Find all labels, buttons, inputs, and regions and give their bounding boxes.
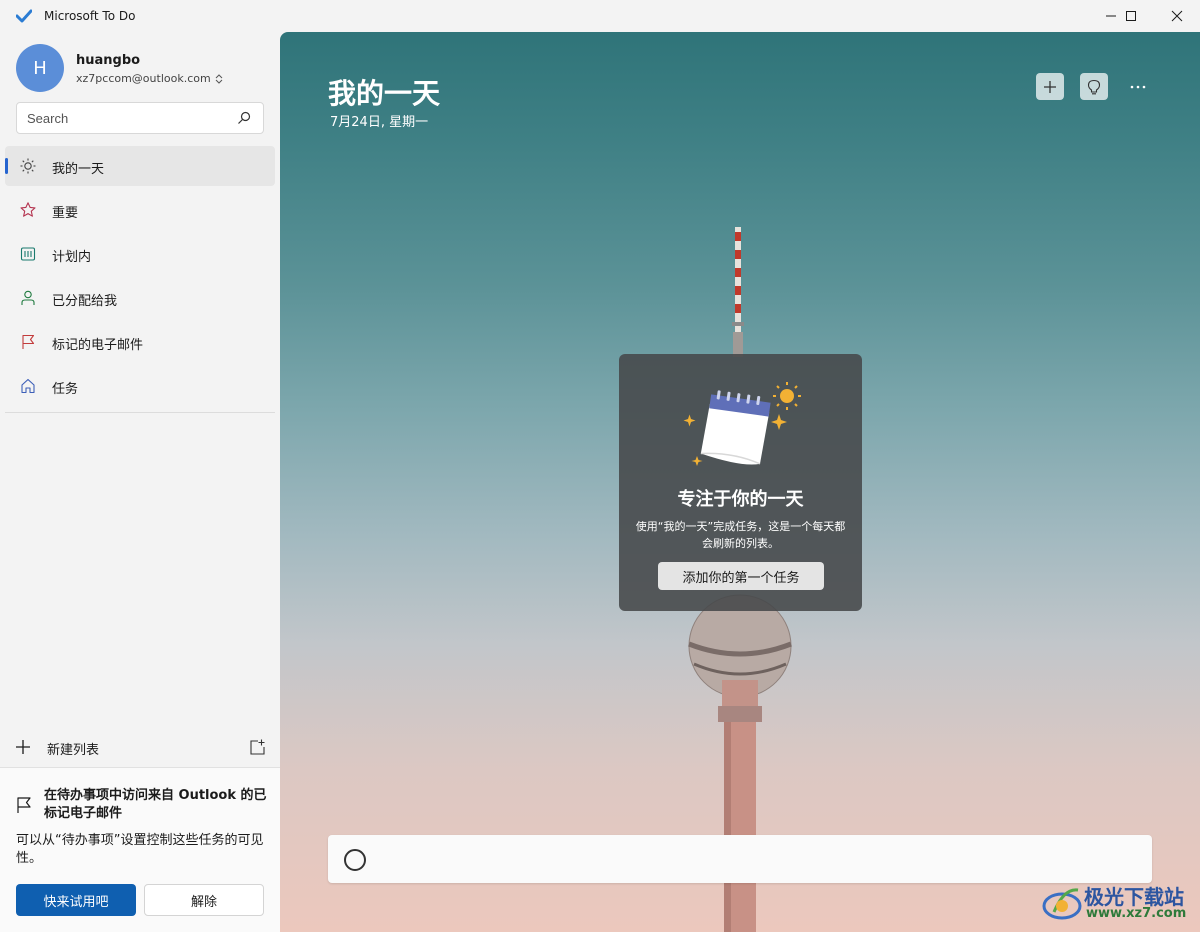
nav-item-planned[interactable]: 计划内 bbox=[5, 234, 275, 274]
nav-item-assigned[interactable]: 已分配给我 bbox=[5, 278, 275, 318]
search-icon[interactable] bbox=[237, 111, 251, 125]
nav-item-my-day[interactable]: 我的一天 bbox=[5, 146, 275, 186]
empty-state-title: 专注于你的一天 bbox=[677, 489, 804, 510]
close-button[interactable] bbox=[1154, 0, 1200, 32]
flag-icon bbox=[17, 797, 31, 813]
watermark-logo-icon bbox=[1042, 888, 1082, 920]
empty-state-card: 专注于你的一天 使用“我的一天”完成任务，这是一个每天都会刷新的列表。 添加你的… bbox=[619, 354, 862, 611]
suggestions-button[interactable] bbox=[1080, 73, 1108, 100]
nav-label: 任务 bbox=[52, 382, 79, 397]
calendar-grid-icon bbox=[19, 245, 37, 263]
account-email: xz7pccom@outlook.com bbox=[76, 72, 211, 85]
person-icon bbox=[19, 289, 37, 307]
nav-label: 我的一天 bbox=[52, 162, 105, 177]
close-icon bbox=[1171, 10, 1183, 22]
more-icon bbox=[1130, 85, 1146, 89]
divider bbox=[5, 412, 275, 413]
nav-label: 计划内 bbox=[52, 250, 92, 265]
chevron-updown-icon bbox=[215, 73, 223, 84]
more-options-button[interactable] bbox=[1125, 74, 1151, 100]
nav-item-important[interactable]: 重要 bbox=[5, 190, 275, 230]
empty-state-description: 使用“我的一天”完成任务，这是一个每天都会刷新的列表。 bbox=[635, 520, 846, 550]
add-button[interactable] bbox=[1036, 73, 1064, 100]
circle-icon bbox=[344, 849, 366, 871]
nav-item-flagged-email[interactable]: 标记的电子邮件 bbox=[5, 322, 275, 362]
home-icon bbox=[19, 377, 37, 395]
new-list-row: 新建列表 bbox=[0, 730, 280, 766]
page-title: 我的一天 bbox=[328, 77, 441, 110]
search-box bbox=[16, 102, 264, 134]
maximize-button[interactable] bbox=[1108, 0, 1154, 32]
title-bar: Microsoft To Do bbox=[0, 0, 1200, 32]
try-it-button[interactable]: 快来试用吧 bbox=[16, 884, 136, 916]
add-first-task-button[interactable]: 添加你的第一个任务 bbox=[658, 562, 824, 590]
sun-icon bbox=[19, 157, 37, 175]
maximize-icon bbox=[1126, 11, 1136, 21]
watermark: 极光下载站 www.xz7.com bbox=[1040, 878, 1190, 928]
nav-label: 重要 bbox=[52, 206, 79, 221]
new-group-icon[interactable] bbox=[248, 738, 266, 756]
lightbulb-icon bbox=[1087, 79, 1101, 94]
plus-icon bbox=[1044, 80, 1056, 93]
nav-list: 我的一天 重要 计划内 已分配给我 标记的电子邮件 任务 bbox=[5, 146, 275, 410]
add-task-bar bbox=[328, 835, 1152, 883]
sidebar: H huangbo xz7pccom@outlook.com 我的一天 重要 bbox=[0, 32, 280, 932]
outlook-promo-panel: 在待办事项中访问来自 Outlook 的已标记电子邮件 可以从“待办事项”设置控… bbox=[0, 767, 280, 932]
plus-icon[interactable] bbox=[14, 738, 32, 756]
dismiss-button[interactable]: 解除 bbox=[144, 884, 264, 916]
watermark-url: www.xz7.com bbox=[1086, 906, 1187, 921]
new-list-button[interactable]: 新建列表 bbox=[47, 739, 99, 758]
nav-label: 已分配给我 bbox=[52, 294, 118, 309]
promo-headline: 在待办事项中访问来自 Outlook 的已标记电子邮件 bbox=[44, 788, 267, 821]
todo-checkmark-icon bbox=[16, 9, 32, 23]
calendar-illustration-icon bbox=[683, 382, 801, 466]
active-indicator bbox=[5, 158, 8, 174]
main-pane: 我的一天 7月24日, 星期一 专注于你的一天 使用“我的一天”完成任务，这是一… bbox=[280, 32, 1200, 932]
avatar[interactable]: H bbox=[16, 44, 64, 92]
window-title: Microsoft To Do bbox=[44, 9, 136, 23]
flag-icon bbox=[19, 333, 37, 351]
search-input[interactable] bbox=[17, 103, 217, 133]
star-icon bbox=[19, 201, 37, 219]
account-name[interactable]: huangbo bbox=[76, 53, 140, 68]
page-date: 7月24日, 星期一 bbox=[330, 115, 429, 130]
nav-item-tasks[interactable]: 任务 bbox=[5, 366, 275, 406]
add-task-input[interactable] bbox=[378, 835, 1138, 883]
nav-label: 标记的电子邮件 bbox=[52, 338, 144, 353]
promo-body: 可以从“待办事项”设置控制这些任务的可见性。 bbox=[16, 833, 264, 866]
account-email-switcher[interactable]: xz7pccom@outlook.com bbox=[76, 72, 223, 85]
